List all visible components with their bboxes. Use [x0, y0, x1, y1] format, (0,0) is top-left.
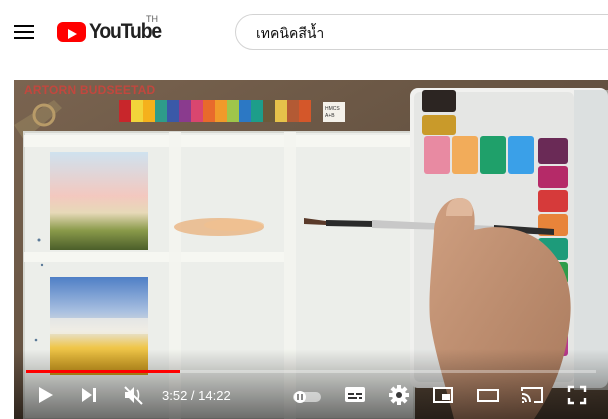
cast-button[interactable]: [520, 385, 544, 405]
volume-muted-icon: [124, 386, 143, 405]
time-display: 3:52 / 14:22: [162, 388, 231, 403]
card-label-line2: A+B: [325, 113, 335, 119]
controls-gradient: [14, 349, 608, 419]
progress-bar[interactable]: [26, 370, 596, 373]
hamburger-menu-icon-bar: [14, 31, 34, 33]
gear-icon: [389, 385, 409, 405]
masthead: YouTube TH เทคนิคสีน้ำ: [0, 0, 608, 66]
subtitles-button[interactable]: [344, 385, 366, 405]
settings-button[interactable]: [388, 384, 410, 406]
play-button[interactable]: [34, 384, 56, 406]
next-icon: [82, 388, 96, 402]
region-code: TH: [146, 14, 158, 24]
theater-mode-button[interactable]: [476, 385, 500, 405]
fullscreen-button[interactable]: [566, 384, 588, 406]
subtitles-icon: [345, 387, 365, 402]
mute-button[interactable]: [122, 384, 146, 406]
video-player[interactable]: HMCS A+B ARTORN BUDSEETAD 3:52 / 14:22: [14, 80, 608, 419]
search-query-text: เทคนิคสีน้ำ: [256, 26, 325, 42]
channel-watermark: ARTORN BUDSEETAD: [24, 83, 156, 97]
autoplay-toggle[interactable]: [292, 389, 322, 403]
autoplay-toggle-icon: [293, 391, 321, 403]
cast-icon: [521, 387, 543, 403]
hamburger-menu-icon: [14, 25, 34, 27]
next-button[interactable]: [78, 384, 100, 406]
miniplayer-button[interactable]: [432, 385, 454, 405]
youtube-logo-icon: [57, 22, 86, 42]
card-label-line1: HMCS: [325, 106, 340, 112]
menu-button[interactable]: [14, 24, 34, 40]
search-input[interactable]: เทคนิคสีน้ำ: [235, 14, 608, 50]
logo-play-triangle: [68, 29, 77, 39]
theater-mode-icon: [477, 389, 499, 402]
progress-bar-played: [26, 370, 180, 373]
play-icon: [39, 387, 53, 403]
hamburger-menu-icon-bar: [14, 37, 34, 39]
miniplayer-icon: [433, 387, 453, 403]
fullscreen-icon: [567, 385, 587, 405]
